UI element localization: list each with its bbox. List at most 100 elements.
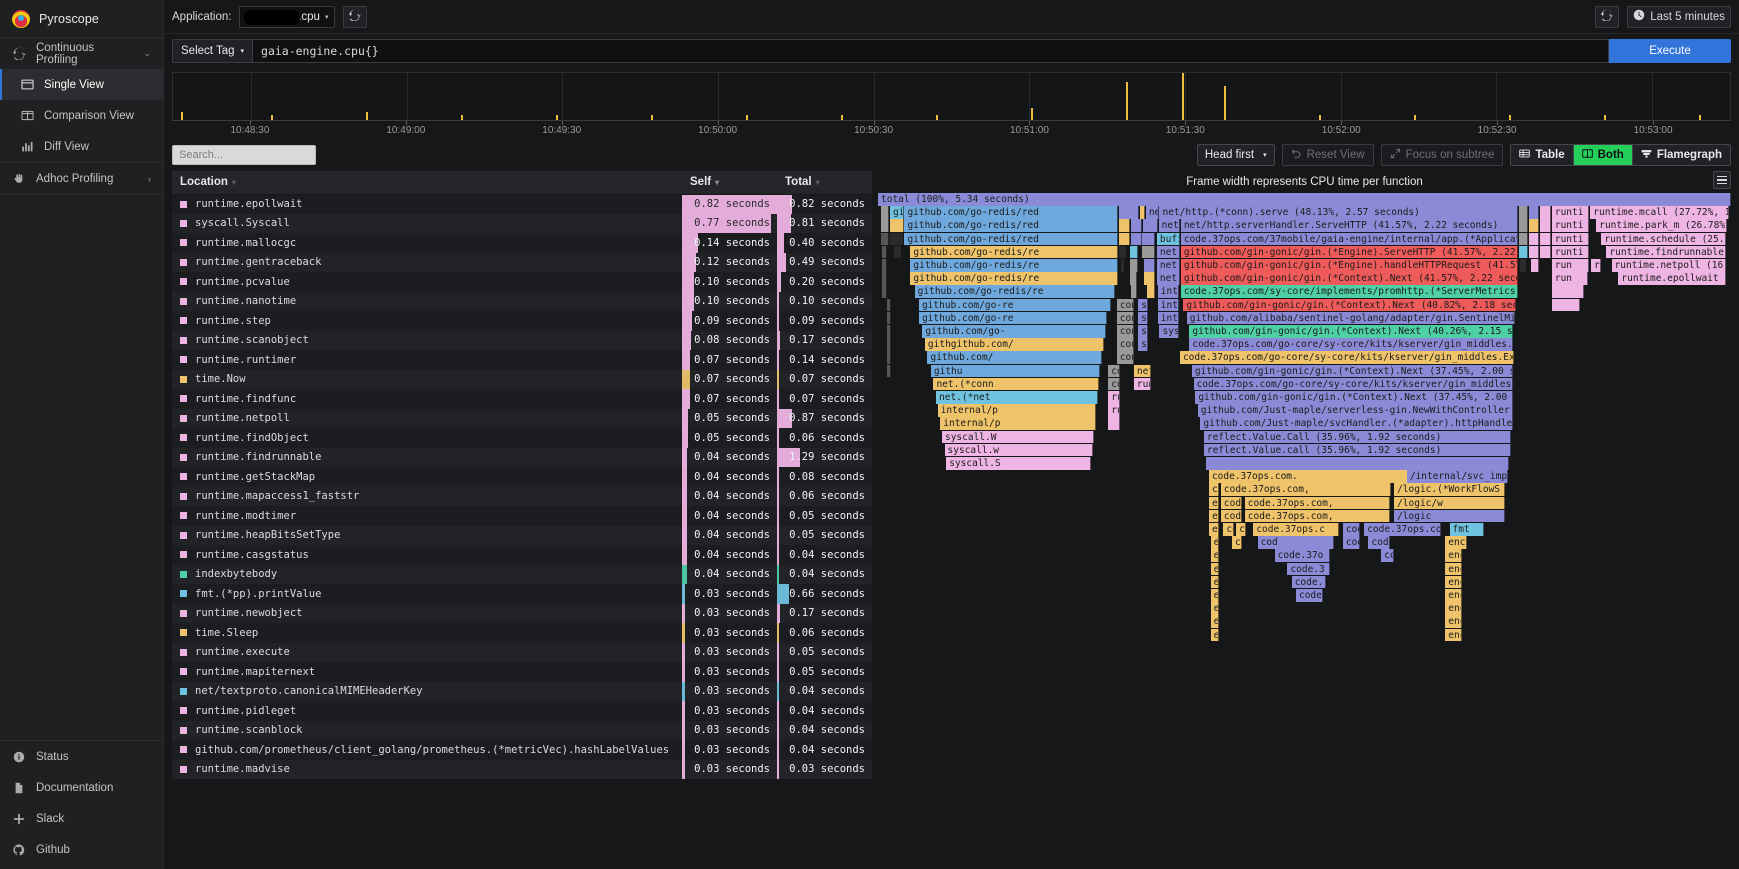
flamegraph-frame[interactable]: cod	[1231, 536, 1243, 549]
flamegraph-frame[interactable]	[886, 364, 891, 378]
flamegraph-frame[interactable]: enc	[1210, 628, 1220, 642]
brand[interactable]: Pyroscope	[0, 0, 163, 38]
flamegraph-frame[interactable]	[1530, 259, 1540, 272]
flamegraph-frame[interactable]	[886, 298, 891, 312]
flamegraph-frame[interactable]	[1129, 272, 1138, 285]
flamegraph-frame[interactable]: run	[1133, 377, 1151, 391]
flamegraph-frame[interactable]: enc	[1210, 562, 1220, 576]
flamegraph-frame[interactable]: enc	[1445, 602, 1463, 615]
flamegraph-frame[interactable]: runtime.park_m (26.78%, 1.43 seconds)	[1596, 219, 1727, 232]
table-row[interactable]: runtime.scanobject 0.08 seconds 0.17 secon…	[172, 330, 872, 350]
flamegraph-frame[interactable]: syscall.w	[944, 443, 1093, 457]
flamegraph-frame[interactable]: run	[1551, 259, 1590, 272]
flamegraph-frame[interactable]: net/h	[1158, 219, 1180, 232]
flamegraph-frame[interactable]: github.com/go-re	[918, 298, 1111, 312]
timeline-bar[interactable]	[1030, 108, 1033, 120]
flamegraph-frame[interactable]: github.com/gin-gonic/gin.(*Context).Next…	[1180, 272, 1518, 285]
sidebar-item-slack[interactable]: Slack	[0, 803, 163, 834]
table-row[interactable]: runtime.runtimer 0.07 seconds 0.14 seconds	[172, 350, 872, 370]
flamegraph-frame[interactable]: cod	[1236, 523, 1247, 536]
flamegraph-frame[interactable]	[1121, 259, 1126, 272]
flamegraph-frame[interactable]	[1551, 285, 1585, 298]
flamegraph-frame[interactable]: enc	[1208, 509, 1220, 523]
table-row[interactable]: time.Now 0.07 seconds 0.07 seconds	[172, 369, 872, 389]
flamegraph-frame[interactable]: code.37ops.com/sy-core/implements/promht…	[1180, 285, 1518, 298]
flamegraph-frame[interactable]: github.com/Just-maple/serverless-gin.New…	[1197, 404, 1513, 417]
sidebar-item-single-view[interactable]: Single View	[0, 69, 163, 100]
flamegraph-frame[interactable]: cod	[1381, 549, 1395, 562]
table-row[interactable]: runtime.epollwait 0.82 seconds 0.82 second…	[172, 194, 872, 214]
flamegraph-frame[interactable]: sys	[1138, 338, 1149, 351]
col-header-total[interactable]: Total ▾	[777, 171, 872, 194]
query-input[interactable]	[253, 39, 1609, 63]
flamegraph-frame[interactable]: github.com/	[927, 351, 1103, 364]
execute-button[interactable]: Execute	[1609, 39, 1731, 63]
flamegraph-frame[interactable]: syscall.S	[946, 457, 1092, 470]
reset-view-button[interactable]: Reset View	[1281, 144, 1374, 166]
sidebar-item-github[interactable]: Github	[0, 834, 163, 865]
flamegraph-frame[interactable]: code.37o	[1274, 549, 1331, 562]
flamegraph-frame[interactable]: runt	[1108, 391, 1121, 404]
flamegraph-frame[interactable]: git	[889, 206, 904, 219]
flamegraph-frame[interactable]: cont	[1116, 298, 1134, 312]
flamegraph-frame[interactable]	[1142, 232, 1156, 246]
flamegraph-frame[interactable]: int	[1157, 311, 1180, 325]
flamegraph-frame[interactable]: net	[1156, 259, 1180, 272]
flamegraph-frame[interactable]: githgithub.com/	[924, 338, 1105, 351]
flamegraph-frame[interactable]: code.37ops.com/go-core/sy-core/kits/kser…	[1179, 351, 1515, 364]
flamegraph-frame[interactable]	[1519, 232, 1528, 246]
flamegraph-frame[interactable]: cont	[1116, 338, 1134, 351]
flamegraph-frame[interactable]	[1519, 206, 1528, 219]
flamegraph-frame[interactable]	[886, 351, 891, 364]
flamegraph-frame[interactable]: code.37ops.com/go-core/sy-core/kits/kser…	[1189, 338, 1514, 351]
flamegraph-frame[interactable]	[1131, 285, 1138, 298]
flamegraph-frame[interactable]: reflect.Value.Call (35.96%, 1.92 seconds…	[1203, 430, 1511, 444]
global-refresh-button[interactable]	[1595, 5, 1620, 28]
flamegraph-frame[interactable]: runtime.findrunnable (23.78%, 1.27 secon…	[1606, 245, 1726, 259]
timeline-bar[interactable]	[1181, 73, 1184, 120]
flamegraph-frame[interactable]	[1528, 232, 1540, 246]
table-row[interactable]: runtime.newobject 0.03 seconds 0.17 second…	[172, 603, 872, 623]
flamegraph-frame[interactable]	[1146, 285, 1156, 298]
application-select[interactable]: e.cpu ▾	[239, 5, 336, 28]
flamegraph-frame[interactable]: cont	[1116, 311, 1134, 325]
flamegraph-frame[interactable]: bufi	[1156, 232, 1180, 246]
flamegraph-frame[interactable]	[889, 219, 904, 232]
flamegraph-frame[interactable]: githu	[930, 364, 1100, 378]
table-row[interactable]: indexbytebody 0.04 seconds 0.04 seconds	[172, 564, 872, 584]
flamegraph-frame[interactable]	[1131, 219, 1143, 232]
flamegraph-frame[interactable]: net	[1156, 245, 1180, 259]
flamegraph-frame[interactable]: runtime.mcall (27.72%, 1.48 seconds)	[1590, 206, 1730, 219]
flamegraph-frame[interactable]	[894, 245, 902, 259]
flamegraph-frame[interactable]: cod	[1342, 536, 1360, 549]
table-row[interactable]: runtime.findObject 0.05 seconds 0.06 secon…	[172, 428, 872, 448]
flamegraph-frame[interactable]: code.37ops.c	[1253, 523, 1339, 536]
flamegraph-frame[interactable]	[1519, 245, 1528, 259]
flamegraph-frame[interactable]: enc	[1445, 628, 1463, 642]
flamegraph-frame[interactable]: code.3	[1287, 562, 1331, 576]
table-row[interactable]: runtime.findrunnable 0.04 seconds 1.29 sec…	[172, 447, 872, 467]
flamegraph-frame[interactable]: total (100%, 5.34 seconds)	[878, 193, 1731, 206]
flamegraph-frame[interactable]: enc	[1445, 536, 1467, 549]
flamegraph-frame[interactable]: cont	[1108, 364, 1121, 378]
flamegraph-frame[interactable]: github.com/gin-gonic/gin.(*Context).Next…	[1195, 391, 1513, 404]
flamegraph-frame[interactable]: enc	[1210, 615, 1220, 628]
flamegraph-frame[interactable]: github.com/go-re	[918, 311, 1107, 325]
table-row[interactable]: runtime.casgstatus 0.04 seconds 0.04 secon…	[172, 545, 872, 565]
flamegraph-frame[interactable]: code.37ops.com/37mobile/gaia-engine/inte…	[1180, 232, 1518, 246]
table-row[interactable]: runtime.scanblock 0.03 seconds 0.04 second…	[172, 720, 872, 740]
flamegraph-frame[interactable]: code.	[1295, 589, 1324, 602]
timeline-bar[interactable]	[180, 112, 183, 120]
flamegraph-frame[interactable]: github.com/alibaba/sentinel-golang/adapt…	[1186, 311, 1516, 325]
flamegraph-frame[interactable]: runti	[1551, 219, 1590, 232]
flamegraph-frame[interactable]: code.	[1342, 523, 1360, 536]
flamegraph-frame[interactable]: /logic	[1394, 509, 1505, 523]
flamegraph-frame[interactable]	[1520, 259, 1528, 272]
flamegraph-frame[interactable]: code.37o	[1220, 509, 1243, 523]
flamegraph-frame[interactable]: cont	[1116, 325, 1134, 338]
flamegraph-frame[interactable]: runtime.schedule (25.66%, 1.37 seconds)	[1601, 232, 1726, 246]
view-mode-flamegraph[interactable]: Flamegraph	[1632, 145, 1730, 165]
flamegraph-frame[interactable]: github.com/go-redis/re	[910, 259, 1118, 272]
flamegraph-frame[interactable]: net.(*net	[936, 391, 1099, 404]
flamegraph-frame[interactable]: /logic/w	[1394, 496, 1505, 510]
